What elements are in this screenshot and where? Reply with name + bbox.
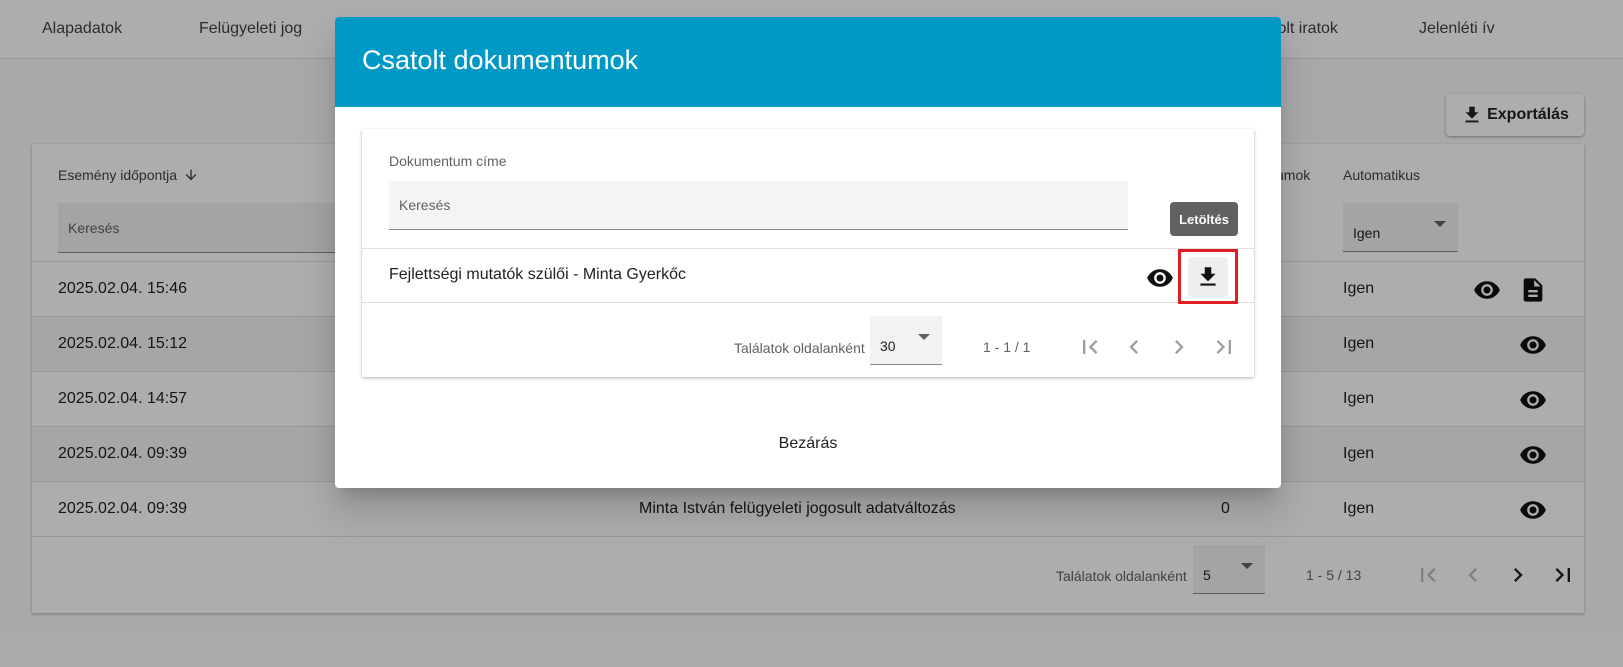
chevron-down-icon [918, 334, 930, 340]
last-page-icon[interactable] [1210, 333, 1238, 361]
table-row: Fejlettségi mutatók szülői - Minta Gyerk… [362, 248, 1254, 304]
download-button[interactable] [1178, 249, 1238, 304]
eye-icon[interactable] [1146, 264, 1174, 292]
dialog-pager-label: Találatok oldalanként [734, 340, 865, 356]
attached-documents-dialog: Csatolt dokumentumok Dokumentum címe Let… [335, 17, 1281, 488]
dialog-header: Csatolt dokumentumok [335, 17, 1281, 107]
dialog-title: Csatolt dokumentumok [362, 45, 639, 75]
column-header-document-title: Dokumentum címe [389, 153, 507, 169]
dialog-page-size-select[interactable]: 30 [870, 316, 942, 365]
document-search-field[interactable] [389, 181, 1128, 230]
document-search-input[interactable] [389, 181, 1128, 229]
download-icon [1200, 266, 1216, 286]
previous-page-icon[interactable] [1120, 333, 1148, 361]
next-page-icon[interactable] [1165, 333, 1193, 361]
download-button-background [1188, 256, 1228, 297]
dialog-pager-range: 1 - 1 / 1 [983, 339, 1031, 355]
dialog-page-size-value: 30 [880, 338, 896, 354]
first-page-icon[interactable] [1076, 333, 1104, 361]
document-title: Fejlettségi mutatók szülői - Minta Gyerk… [389, 266, 686, 283]
download-tooltip: Letöltés [1170, 202, 1238, 236]
close-button[interactable]: Bezárás [335, 435, 1281, 453]
documents-table: Dokumentum címe Letöltés Fejlettségi mut… [362, 129, 1254, 377]
